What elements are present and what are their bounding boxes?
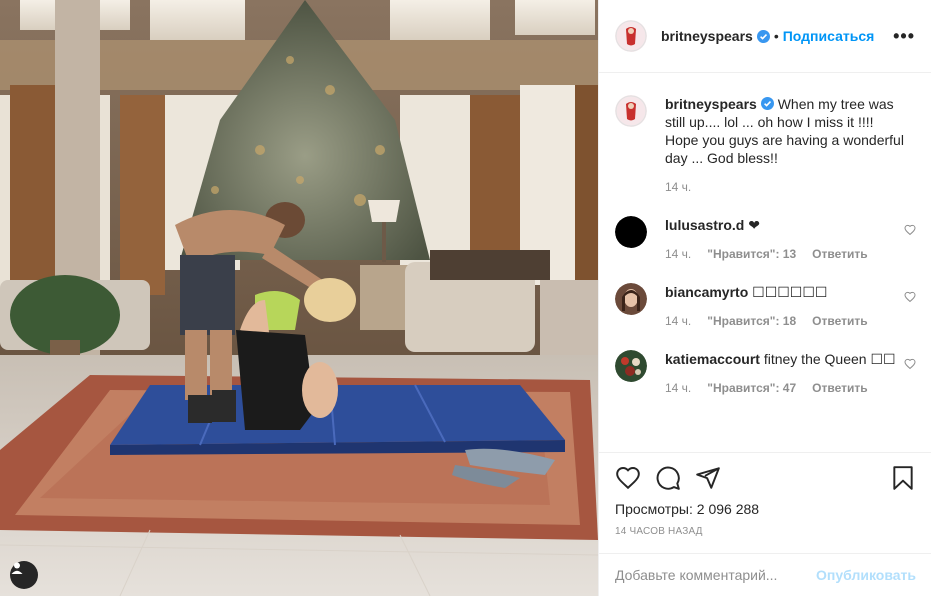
comment-time[interactable]: 14 ч.	[665, 381, 691, 395]
publish-button[interactable]: Опубликовать	[816, 567, 916, 583]
verified-badge-icon	[756, 29, 770, 43]
user-tag-icon	[11, 562, 23, 574]
caption-username[interactable]: britneyspears	[665, 96, 757, 112]
post-timestamp[interactable]: 14 ЧАСОВ НАЗАД	[615, 526, 916, 537]
comment-like-heart-icon[interactable]	[904, 291, 916, 303]
comment-username[interactable]: katiemaccourt	[665, 351, 760, 367]
comment-text-block: katiemaccourt fitney the Queen ☐☐	[665, 350, 905, 368]
author-avatar[interactable]	[615, 20, 647, 52]
author-avatar[interactable]	[615, 95, 647, 127]
comment-item: biancamyrto ☐☐☐☐☐☐ 14 ч. "Нравится": 18 …	[615, 283, 916, 328]
reply-button[interactable]: Ответить	[812, 314, 867, 328]
views-count[interactable]: Просмотры: 2 096 288	[615, 501, 916, 517]
comment-likes[interactable]: "Нравится": 18	[707, 314, 796, 328]
comment-likes[interactable]: "Нравится": 47	[707, 381, 796, 395]
comment-like-heart-icon[interactable]	[904, 358, 916, 370]
comment-meta: 14 ч. "Нравится": 47 Ответить	[665, 381, 905, 395]
caption-time[interactable]: 14 ч.	[665, 180, 691, 194]
comment-item: katiemaccourt fitney the Queen ☐☐ 14 ч. …	[615, 350, 916, 395]
post-actions: Просмотры: 2 096 288 14 ЧАСОВ НАЗАД	[599, 452, 931, 537]
author-username[interactable]: britneyspears	[661, 28, 753, 44]
comment-like-heart-icon[interactable]	[904, 224, 916, 236]
comment-username[interactable]: lulusastro.d	[665, 217, 744, 233]
reply-button[interactable]: Ответить	[812, 381, 867, 395]
commenter-avatar-image	[615, 216, 647, 248]
caption-text-block: britneyspears When my tree was still up.…	[665, 95, 905, 167]
post-video[interactable]	[0, 0, 598, 596]
author-avatar-image	[615, 95, 647, 127]
video-frame-image	[0, 0, 598, 596]
reply-button[interactable]: Ответить	[812, 247, 867, 261]
add-comment-form: Опубликовать	[599, 553, 931, 596]
commenter-avatar[interactable]	[615, 350, 647, 382]
commenter-avatar[interactable]	[615, 216, 647, 248]
paper-plane-icon[interactable]	[695, 465, 721, 491]
comment-text-block: biancamyrto ☐☐☐☐☐☐	[665, 283, 905, 301]
bookmark-icon[interactable]	[890, 465, 916, 491]
caption-meta: 14 ч.	[665, 180, 905, 194]
verified-badge-icon	[760, 97, 774, 110]
comment-meta: 14 ч. "Нравится": 18 Ответить	[665, 314, 905, 328]
separator-dot: •	[773, 28, 779, 44]
user-tag-button[interactable]	[10, 561, 38, 589]
comment-username[interactable]: biancamyrto	[665, 284, 748, 300]
comment-item: lulusastro.d ❤ 14 ч. "Нравится": 13 Отве…	[615, 216, 916, 261]
follow-button[interactable]: Подписаться	[783, 28, 875, 44]
commenter-avatar[interactable]	[615, 283, 647, 315]
comments-list: britneyspears When my tree was still up.…	[599, 73, 931, 452]
comment-meta: 14 ч. "Нравится": 13 Ответить	[665, 247, 905, 261]
comment-text: ☐☐☐☐☐☐	[752, 284, 828, 300]
post-header: britneyspears • Подписаться •••	[599, 0, 931, 73]
comment-likes[interactable]: "Нравится": 13	[707, 247, 796, 261]
comment-input[interactable]	[615, 567, 817, 583]
more-options-icon[interactable]: •••	[893, 26, 915, 47]
comment-icon[interactable]	[655, 465, 681, 491]
comment-text: fitney the Queen ☐☐	[763, 351, 896, 367]
author-avatar-image	[615, 20, 647, 52]
commenter-avatar-image	[615, 283, 647, 315]
caption: britneyspears When my tree was still up.…	[615, 95, 916, 194]
post-side-panel: britneyspears • Подписаться ••• britneys…	[598, 0, 931, 596]
heart-icon[interactable]	[615, 465, 641, 491]
comment-text-block: lulusastro.d ❤	[665, 216, 905, 234]
comment-time[interactable]: 14 ч.	[665, 314, 691, 328]
comment-text: ❤	[748, 217, 760, 233]
action-icons-row	[615, 465, 916, 491]
comment-time[interactable]: 14 ч.	[665, 247, 691, 261]
commenter-avatar-image	[615, 350, 647, 382]
